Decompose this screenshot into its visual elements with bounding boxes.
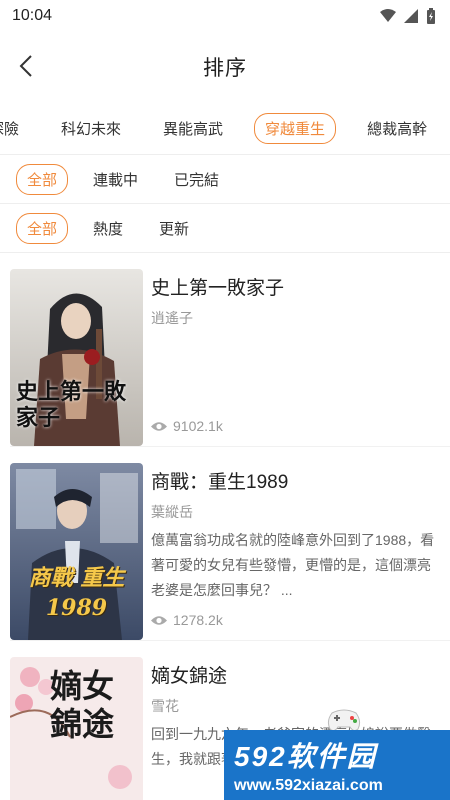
genre-tab[interactable]: 科幻未來 <box>50 113 132 144</box>
filter-all-status[interactable]: 全部 <box>16 163 69 195</box>
sort-updated[interactable]: 更新 <box>148 213 200 244</box>
book-author: 葉縱岳 <box>151 504 193 520</box>
battery-icon <box>427 8 435 24</box>
view-count: 9102.1k <box>151 418 223 434</box>
watermark-url: www.592xiazai.com <box>234 777 383 794</box>
book-author: 逍遙子 <box>151 310 193 326</box>
genre-tabs: 探險 科幻未來 異能高武 穿越重生 總裁高幹 武 <box>0 102 450 154</box>
book-title: 史上第一敗家子 <box>151 278 285 299</box>
eye-icon <box>151 421 167 431</box>
status-bar: 10:04 <box>0 0 450 32</box>
book-list-item[interactable]: 商戰 重生1989 商戰：重生1989 葉縱岳 億萬富翁功成名就的陸峰意外回到了… <box>10 447 450 641</box>
eye-icon <box>151 615 167 625</box>
view-count-value: 9102.1k <box>173 418 223 434</box>
book-cover[interactable]: 史上第一敗家子 <box>10 269 143 446</box>
book-title: 嫡女錦途 <box>151 666 228 687</box>
book-list-item[interactable]: 史上第一敗家子 史上第一敗家子 逍遙子 9102.1k <box>10 253 450 447</box>
genre-tab-selected[interactable]: 穿越重生 <box>254 112 337 144</box>
genre-tab[interactable]: 探險 <box>0 113 30 144</box>
watermark-brand: 592软件园 <box>234 741 377 772</box>
chevron-left-icon <box>19 55 32 77</box>
signal-icon <box>404 9 418 23</box>
sort-filter-row: 全部 熱度 更新 <box>0 204 450 252</box>
genre-tab[interactable]: 總裁高幹 <box>356 113 438 144</box>
status-filter-row: 全部 連載中 已完結 <box>0 155 450 203</box>
cover-title: 商戰 重生1989 <box>28 565 125 621</box>
sort-popularity[interactable]: 熱度 <box>82 213 134 244</box>
page-title: 排序 <box>203 57 247 80</box>
site-watermark: 592软件园 www.592xiazai.com <box>224 730 450 800</box>
status-time: 10:04 <box>12 7 53 24</box>
cover-title: 史上第一敗家子 <box>16 379 127 431</box>
book-cover[interactable]: 嫡女錦途 <box>10 657 143 800</box>
status-icons <box>380 8 436 24</box>
book-cover[interactable]: 商戰 重生1989 <box>10 463 143 640</box>
book-list: 史上第一敗家子 史上第一敗家子 逍遙子 9102.1k 商戰 重生1989 商戰… <box>0 253 450 800</box>
book-info: 商戰：重生1989 葉縱岳 億萬富翁功成名就的陸峰意外回到了1988，看著可愛的… <box>151 463 450 630</box>
cover-title: 嫡女錦途 <box>50 667 115 743</box>
book-info: 史上第一敗家子 逍遙子 9102.1k <box>151 269 450 436</box>
view-count-value: 1278.2k <box>173 612 223 628</box>
view-count: 1278.2k <box>151 612 223 628</box>
back-button[interactable] <box>12 52 40 80</box>
filter-ongoing[interactable]: 連載中 <box>82 164 149 195</box>
book-author: 雪花 <box>151 698 179 714</box>
filter-completed[interactable]: 已完結 <box>163 164 230 195</box>
sort-all[interactable]: 全部 <box>16 212 69 244</box>
nav-bar: 排序 <box>0 32 450 102</box>
book-title: 商戰：重生1989 <box>151 472 289 493</box>
wifi-icon <box>380 9 396 22</box>
genre-tab[interactable]: 異能高武 <box>152 113 234 144</box>
book-description: 億萬富翁功成名就的陸峰意外回到了1988，看著可愛的女兒有些發懵，更懵的是，這個… <box>151 532 435 598</box>
